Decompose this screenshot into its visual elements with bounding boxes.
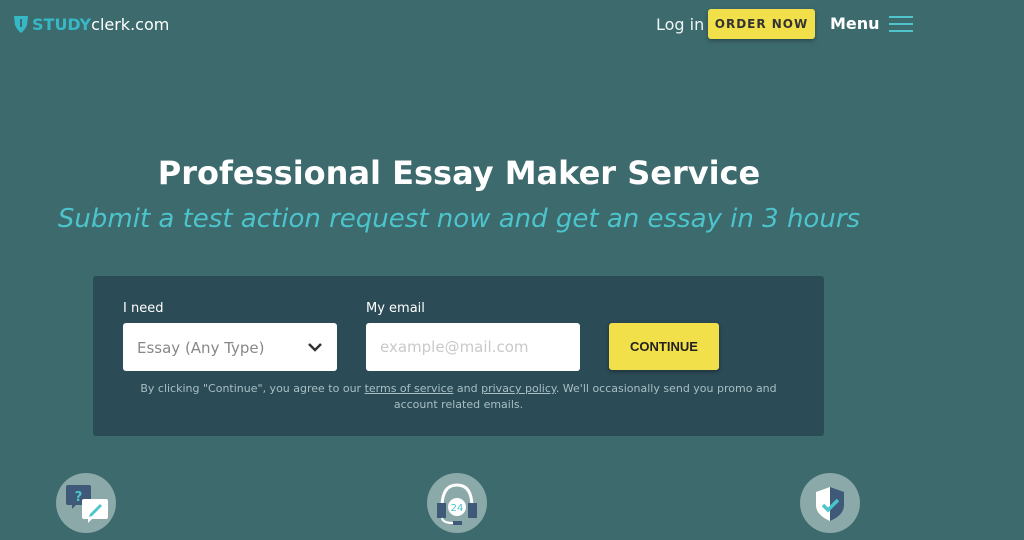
hamburger-icon — [888, 15, 913, 32]
menu-button[interactable]: Menu — [830, 14, 913, 33]
page-title: Professional Essay Maker Service — [157, 154, 761, 192]
need-label: I need — [123, 301, 164, 316]
paper-type-value: Essay (Any Type) — [137, 339, 265, 357]
svg-text:?: ? — [75, 490, 83, 505]
logo-shield-icon — [14, 16, 28, 33]
disclaimer: By clicking "Continue", you agree to our… — [123, 381, 794, 413]
login-link[interactable]: Log in — [656, 15, 704, 34]
email-input[interactable] — [366, 323, 580, 371]
email-label: My email — [366, 301, 425, 316]
order-form: I need My email Essay (Any Type) CONTINU… — [93, 276, 824, 436]
svg-text:24: 24 — [451, 503, 464, 514]
logo[interactable]: STUDY clerk.com — [12, 14, 169, 34]
terms-of-service-link[interactable]: terms of service — [365, 382, 454, 395]
feature-shield-check — [800, 473, 860, 533]
paper-type-select[interactable]: Essay (Any Type) — [123, 323, 337, 371]
privacy-policy-link[interactable]: privacy policy — [481, 382, 556, 395]
feature-question-chat: ? — [56, 473, 116, 533]
continue-button[interactable]: CONTINUE — [609, 323, 719, 370]
menu-label: Menu — [830, 14, 880, 33]
feature-support-24: 24 — [427, 473, 487, 533]
chevron-down-icon — [308, 343, 322, 352]
question-chat-icon: ? — [66, 485, 108, 523]
logo-text-clerk: clerk.com — [91, 14, 170, 34]
header: STUDY clerk.com Log in ORDER NOW Menu — [0, 0, 1024, 50]
disclaimer-prefix: By clicking "Continue", you agree to our — [140, 382, 365, 395]
page-subtitle: Submit a test action request now and get… — [57, 204, 861, 234]
disclaimer-and: and — [453, 382, 482, 395]
shield-check-icon — [816, 487, 844, 521]
logo-text-study: STUDY — [32, 14, 92, 34]
support-24-icon: 24 — [437, 483, 477, 525]
order-now-button[interactable]: ORDER NOW — [708, 9, 815, 39]
